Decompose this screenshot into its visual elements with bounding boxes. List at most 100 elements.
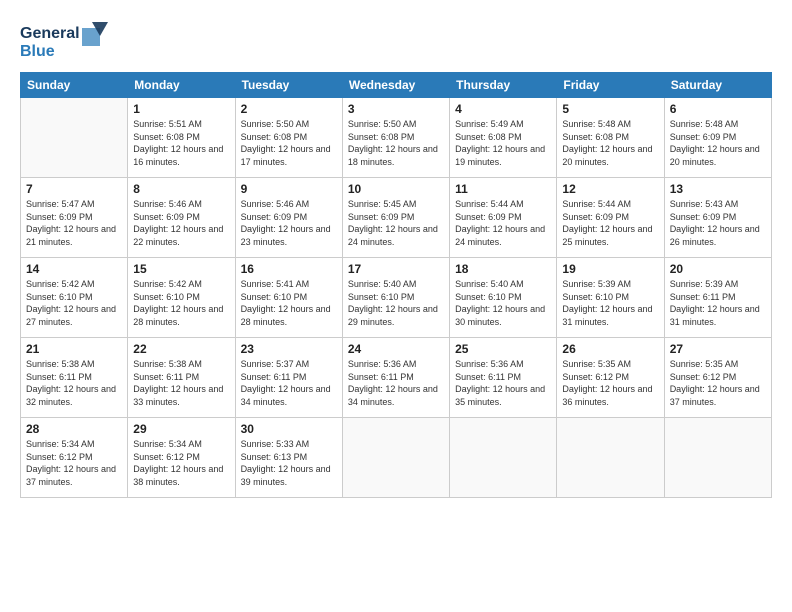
day-info: Sunrise: 5:42 AMSunset: 6:10 PMDaylight:… xyxy=(26,278,122,328)
day-cell: 22Sunrise: 5:38 AMSunset: 6:11 PMDayligh… xyxy=(128,338,235,418)
day-info: Sunrise: 5:35 AMSunset: 6:12 PMDaylight:… xyxy=(670,358,766,408)
column-header-monday: Monday xyxy=(128,73,235,98)
day-cell: 9Sunrise: 5:46 AMSunset: 6:09 PMDaylight… xyxy=(235,178,342,258)
day-number: 7 xyxy=(26,182,122,196)
day-number: 25 xyxy=(455,342,551,356)
day-cell xyxy=(21,98,128,178)
day-cell: 25 Sunrise: 5:36 AMSunset: 6:11 PMDayligh… xyxy=(450,338,557,418)
day-info: Sunrise: 5:46 AMSunset: 6:09 PMDaylight:… xyxy=(133,198,229,248)
day-number: 14 xyxy=(26,262,122,276)
day-info: Sunrise: 5:41 AMSunset: 6:10 PMDaylight:… xyxy=(241,278,337,328)
day-cell: 18 Sunrise: 5:40 AMSunset: 6:10 PMDayligh… xyxy=(450,258,557,338)
day-cell: 11Sunrise: 5:44 AMSunset: 6:09 PMDayligh… xyxy=(450,178,557,258)
day-cell: 27 Sunrise: 5:35 AMSunset: 6:12 PMDayligh… xyxy=(664,338,771,418)
column-header-tuesday: Tuesday xyxy=(235,73,342,98)
column-header-sunday: Sunday xyxy=(21,73,128,98)
day-number: 29 xyxy=(133,422,229,436)
day-number: 21 xyxy=(26,342,122,356)
day-info: Sunrise: 5:44 AMSunset: 6:09 PMDaylight:… xyxy=(562,198,658,248)
day-cell: 4 Sunrise: 5:49 AMSunset: 6:08 PMDaylight… xyxy=(450,98,557,178)
day-number: 15 xyxy=(133,262,229,276)
day-number: 1 xyxy=(133,102,229,116)
day-number: 19 xyxy=(562,262,658,276)
day-cell: 28 Sunrise: 5:34 AMSunset: 6:12 PMDayligh… xyxy=(21,418,128,498)
day-number: 17 xyxy=(348,262,444,276)
day-number: 10 xyxy=(348,182,444,196)
day-cell: 16 Sunrise: 5:41 AMSunset: 6:10 PMDayligh… xyxy=(235,258,342,338)
day-cell: 8 Sunrise: 5:46 AMSunset: 6:09 PMDaylight… xyxy=(128,178,235,258)
day-cell: 3 Sunrise: 5:50 AMSunset: 6:08 PMDaylight… xyxy=(342,98,449,178)
week-row-3: 14 Sunrise: 5:42 AMSunset: 6:10 PMDayligh… xyxy=(21,258,772,338)
day-info: Sunrise: 5:48 AMSunset: 6:08 PMDaylight:… xyxy=(562,118,658,168)
day-cell: 12 Sunrise: 5:44 AMSunset: 6:09 PMDayligh… xyxy=(557,178,664,258)
day-info: Sunrise: 5:44 AMSunset: 6:09 PMDaylight:… xyxy=(455,198,551,248)
day-info: Sunrise: 5:50 AMSunset: 6:08 PMDaylight:… xyxy=(241,118,337,168)
day-number: 8 xyxy=(133,182,229,196)
day-info: Sunrise: 5:36 AMSunset: 6:11 PMDaylight:… xyxy=(348,358,444,408)
calendar-table: SundayMondayTuesdayWednesdayThursdayFrid… xyxy=(20,72,772,498)
day-cell: 6 Sunrise: 5:48 AMSunset: 6:09 PMDaylight… xyxy=(664,98,771,178)
day-number: 18 xyxy=(455,262,551,276)
day-info: Sunrise: 5:49 AMSunset: 6:08 PMDaylight:… xyxy=(455,118,551,168)
svg-text:Blue: Blue xyxy=(20,43,55,60)
day-number: 3 xyxy=(348,102,444,116)
day-cell: 30Sunrise: 5:33 AMSunset: 6:13 PMDayligh… xyxy=(235,418,342,498)
header-row: SundayMondayTuesdayWednesdayThursdayFrid… xyxy=(21,73,772,98)
day-cell: 1 Sunrise: 5:51 AMSunset: 6:08 PMDaylight… xyxy=(128,98,235,178)
day-number: 5 xyxy=(562,102,658,116)
column-header-wednesday: Wednesday xyxy=(342,73,449,98)
day-info: Sunrise: 5:34 AMSunset: 6:12 PMDaylight:… xyxy=(133,438,229,488)
day-info: Sunrise: 5:40 AMSunset: 6:10 PMDaylight:… xyxy=(455,278,551,328)
week-row-5: 28 Sunrise: 5:34 AMSunset: 6:12 PMDayligh… xyxy=(21,418,772,498)
day-cell: 5 Sunrise: 5:48 AMSunset: 6:08 PMDaylight… xyxy=(557,98,664,178)
day-info: Sunrise: 5:40 AMSunset: 6:10 PMDaylight:… xyxy=(348,278,444,328)
day-cell: 24 Sunrise: 5:36 AMSunset: 6:11 PMDayligh… xyxy=(342,338,449,418)
day-info: Sunrise: 5:43 AMSunset: 6:09 PMDaylight:… xyxy=(670,198,766,248)
day-cell: 10 Sunrise: 5:45 AMSunset: 6:09 PMDayligh… xyxy=(342,178,449,258)
day-number: 16 xyxy=(241,262,337,276)
day-info: Sunrise: 5:38 AMSunset: 6:11 PMDaylight:… xyxy=(26,358,122,408)
day-info: Sunrise: 5:51 AMSunset: 6:08 PMDaylight:… xyxy=(133,118,229,168)
week-row-1: 1 Sunrise: 5:51 AMSunset: 6:08 PMDaylight… xyxy=(21,98,772,178)
header: General Blue xyxy=(20,18,772,62)
day-cell: 23 Sunrise: 5:37 AMSunset: 6:11 PMDayligh… xyxy=(235,338,342,418)
day-number: 4 xyxy=(455,102,551,116)
day-info: Sunrise: 5:39 AMSunset: 6:10 PMDaylight:… xyxy=(562,278,658,328)
column-header-thursday: Thursday xyxy=(450,73,557,98)
day-cell: 15 Sunrise: 5:42 AMSunset: 6:10 PMDayligh… xyxy=(128,258,235,338)
day-number: 12 xyxy=(562,182,658,196)
day-cell: 26Sunrise: 5:35 AMSunset: 6:12 PMDayligh… xyxy=(557,338,664,418)
day-cell: 14 Sunrise: 5:42 AMSunset: 6:10 PMDayligh… xyxy=(21,258,128,338)
day-number: 24 xyxy=(348,342,444,356)
day-number: 23 xyxy=(241,342,337,356)
day-info: Sunrise: 5:42 AMSunset: 6:10 PMDaylight:… xyxy=(133,278,229,328)
day-number: 9 xyxy=(241,182,337,196)
logo: General Blue xyxy=(20,18,110,62)
day-cell: 7 Sunrise: 5:47 AMSunset: 6:09 PMDaylight… xyxy=(21,178,128,258)
day-cell: 19 Sunrise: 5:39 AMSunset: 6:10 PMDayligh… xyxy=(557,258,664,338)
svg-text:General: General xyxy=(20,25,80,42)
day-number: 2 xyxy=(241,102,337,116)
week-row-2: 7 Sunrise: 5:47 AMSunset: 6:09 PMDaylight… xyxy=(21,178,772,258)
day-info: Sunrise: 5:37 AMSunset: 6:11 PMDaylight:… xyxy=(241,358,337,408)
day-number: 20 xyxy=(670,262,766,276)
day-info: Sunrise: 5:39 AMSunset: 6:11 PMDaylight:… xyxy=(670,278,766,328)
day-info: Sunrise: 5:38 AMSunset: 6:11 PMDaylight:… xyxy=(133,358,229,408)
day-info: Sunrise: 5:48 AMSunset: 6:09 PMDaylight:… xyxy=(670,118,766,168)
day-info: Sunrise: 5:45 AMSunset: 6:09 PMDaylight:… xyxy=(348,198,444,248)
day-number: 27 xyxy=(670,342,766,356)
day-number: 28 xyxy=(26,422,122,436)
day-number: 30 xyxy=(241,422,337,436)
day-info: Sunrise: 5:36 AMSunset: 6:11 PMDaylight:… xyxy=(455,358,551,408)
week-row-4: 21 Sunrise: 5:38 AMSunset: 6:11 PMDayligh… xyxy=(21,338,772,418)
day-info: Sunrise: 5:47 AMSunset: 6:09 PMDaylight:… xyxy=(26,198,122,248)
day-cell: 29 Sunrise: 5:34 AMSunset: 6:12 PMDayligh… xyxy=(128,418,235,498)
day-cell xyxy=(664,418,771,498)
day-info: Sunrise: 5:50 AMSunset: 6:08 PMDaylight:… xyxy=(348,118,444,168)
column-header-friday: Friday xyxy=(557,73,664,98)
day-number: 6 xyxy=(670,102,766,116)
day-cell xyxy=(557,418,664,498)
column-header-saturday: Saturday xyxy=(664,73,771,98)
day-info: Sunrise: 5:34 AMSunset: 6:12 PMDaylight:… xyxy=(26,438,122,488)
day-cell xyxy=(342,418,449,498)
